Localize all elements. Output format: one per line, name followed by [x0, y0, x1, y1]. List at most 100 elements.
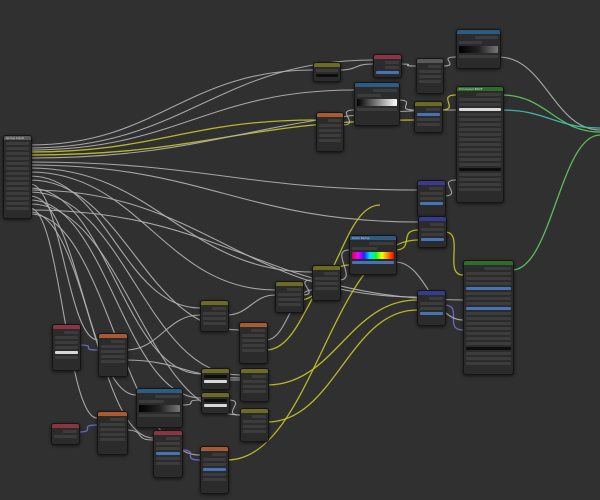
node-header — [137, 389, 182, 393]
node-link — [399, 63, 417, 67]
node-link — [125, 314, 201, 351]
node-link — [29, 207, 98, 419]
node-link — [440, 94, 457, 111]
node-body — [139, 395, 180, 425]
node-body — [156, 437, 180, 475]
node-body — [203, 453, 226, 491]
node-color-ramp-top[interactable] — [456, 29, 501, 69]
node-header — [53, 325, 80, 329]
node-principled-bsdf[interactable]: Principled BSDF — [456, 86, 504, 203]
node-body — [459, 93, 501, 200]
node-texture-coordinate[interactable] — [136, 388, 183, 428]
node-body — [315, 272, 338, 298]
node-body — [420, 297, 443, 323]
node-header — [457, 30, 500, 34]
node-noise-low-1[interactable] — [239, 322, 268, 364]
node-header — [154, 431, 182, 435]
node-body — [6, 142, 29, 216]
node-body — [101, 340, 125, 374]
node-body — [55, 331, 78, 368]
node-group-input[interactable]: Group Input — [3, 135, 32, 219]
node-header — [464, 261, 513, 265]
node-header — [313, 266, 340, 270]
node-mix-center[interactable] — [312, 265, 341, 301]
node-link — [501, 109, 600, 129]
node-header — [52, 424, 79, 428]
node-title: Principled BSDF — [459, 87, 483, 91]
node-math-mid[interactable] — [414, 101, 443, 133]
node-title: Color Ramp — [352, 236, 370, 240]
node-body — [376, 61, 399, 75]
node-link — [125, 429, 154, 441]
node-header — [317, 113, 343, 117]
node-ramp-small-2[interactable] — [201, 392, 230, 414]
node-body — [316, 69, 338, 79]
node-body — [203, 307, 226, 329]
node-body — [466, 267, 511, 372]
node-math-low-3[interactable] — [240, 408, 269, 442]
node-separate-left[interactable] — [52, 324, 81, 371]
node-body — [204, 375, 227, 387]
node-link — [78, 344, 99, 351]
node-header — [202, 369, 229, 373]
node-ramp-small-1[interactable] — [201, 368, 230, 390]
node-body — [243, 415, 266, 439]
node-body — [278, 288, 301, 310]
node-header — [415, 102, 442, 106]
node-header — [98, 412, 127, 416]
node-header — [417, 59, 443, 63]
node-body — [352, 242, 394, 272]
node-link — [444, 231, 464, 276]
node-bump-c[interactable] — [417, 290, 446, 326]
node-link — [441, 56, 457, 67]
node-header — [419, 217, 446, 221]
node-body — [420, 187, 443, 214]
node-editor-canvas[interactable]: Group Input Principled BSDF Color Ramp — [0, 0, 600, 500]
node-link — [180, 399, 202, 406]
node-bump-b[interactable] — [418, 216, 447, 248]
node-bump-a[interactable] — [417, 180, 446, 217]
node-math-center[interactable] — [275, 281, 304, 313]
node-body — [204, 399, 227, 411]
node-links — [29, 56, 600, 461]
node-link — [266, 309, 418, 423]
node-header — [276, 282, 303, 286]
node-math-low-1[interactable] — [200, 300, 229, 332]
node-body — [421, 223, 444, 245]
node-body — [459, 36, 498, 66]
node-combine[interactable] — [153, 430, 183, 478]
node-header — [99, 334, 127, 338]
node-header — [241, 409, 268, 413]
node-link — [29, 211, 154, 439]
node-body — [319, 119, 341, 149]
node-separate-top[interactable] — [373, 54, 402, 78]
node-link — [29, 69, 314, 146]
node-link — [77, 424, 98, 433]
node-header — [374, 55, 401, 59]
node-body — [419, 65, 441, 91]
node-link — [226, 294, 276, 316]
node-math-top[interactable] — [313, 62, 341, 82]
node-header — [355, 83, 399, 87]
node-noise-left[interactable] — [98, 333, 128, 377]
node-body — [54, 430, 77, 442]
node-noise-mid[interactable] — [316, 112, 344, 152]
node-body — [242, 329, 265, 361]
node-link — [501, 94, 600, 133]
node-separate-left-2[interactable] — [51, 423, 80, 445]
node-body — [417, 108, 440, 130]
node-header — [418, 181, 445, 185]
node-header — [202, 393, 229, 397]
node-color-ramp-spectrum[interactable]: Color Ramp — [349, 235, 397, 275]
node-noise-left-2[interactable] — [97, 411, 128, 455]
node-noise-bottom[interactable] — [200, 446, 229, 494]
node-link — [338, 63, 374, 71]
node-color-ramp-mid[interactable] — [354, 82, 400, 126]
node-header — [418, 291, 445, 295]
node-math-low-2[interactable] — [240, 368, 269, 402]
node-body — [357, 89, 397, 123]
node-header — [240, 323, 267, 327]
node-mix-top[interactable] — [416, 58, 444, 94]
node-principled-bsdf-2[interactable] — [463, 260, 514, 375]
node-body — [243, 375, 266, 399]
